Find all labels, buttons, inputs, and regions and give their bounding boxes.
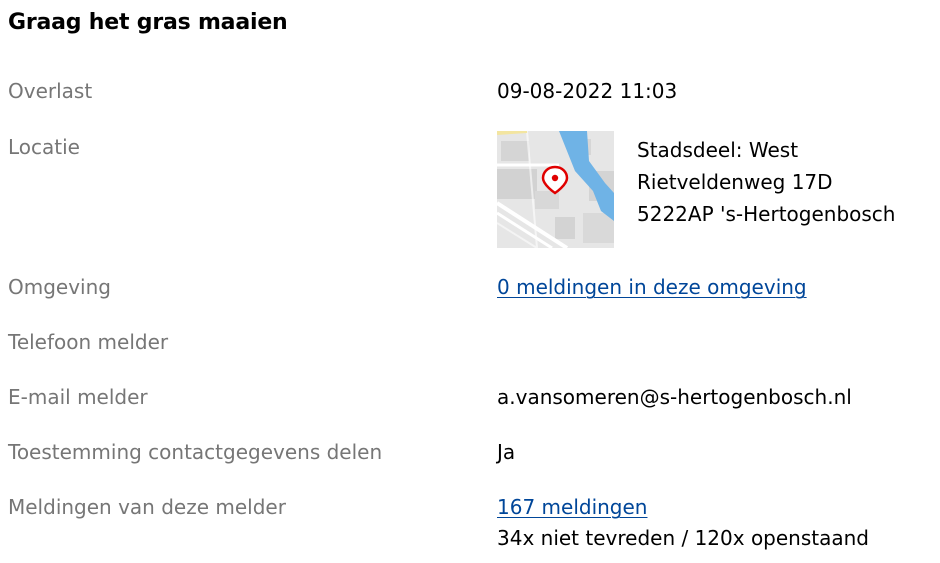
incident-detail-panel: Graag het gras maaien Overlast 09-08-202… [0, 0, 940, 563]
incident-title: Graag het gras maaien [8, 10, 288, 35]
email-label: E-mail melder [8, 385, 148, 409]
map-image [497, 131, 614, 248]
address-district: Stadsdeel: West [637, 138, 799, 162]
overlast-datetime: 09-08-2022 11:03 [497, 79, 678, 103]
toestemming-label: Toestemming contactgegevens delen [8, 440, 383, 464]
meldingen-label: Meldingen van deze melder [8, 495, 286, 519]
location-map-thumbnail[interactable] [497, 131, 614, 248]
locatie-label: Locatie [8, 135, 80, 159]
location-address: Stadsdeel: West Rietveldenweg 17D 5222AP… [637, 134, 895, 230]
address-postcode-city: 5222AP 's-Hertogenbosch [637, 202, 896, 226]
telefoon-label: Telefoon melder [8, 330, 169, 354]
reporter-reports-link[interactable]: 167 meldingen [497, 494, 647, 520]
toestemming-value: Ja [497, 440, 516, 464]
overlast-label: Overlast [8, 79, 93, 103]
address-street: Rietveldenweg 17D [637, 170, 833, 194]
reporter-reports-summary: 34x niet tevreden / 120x openstaand [497, 526, 870, 550]
email-value: a.vansomeren@s-hertogenbosch.nl [497, 385, 852, 409]
nearby-reports-link[interactable]: 0 meldingen in deze omgeving [497, 274, 807, 300]
omgeving-label: Omgeving [8, 275, 111, 299]
